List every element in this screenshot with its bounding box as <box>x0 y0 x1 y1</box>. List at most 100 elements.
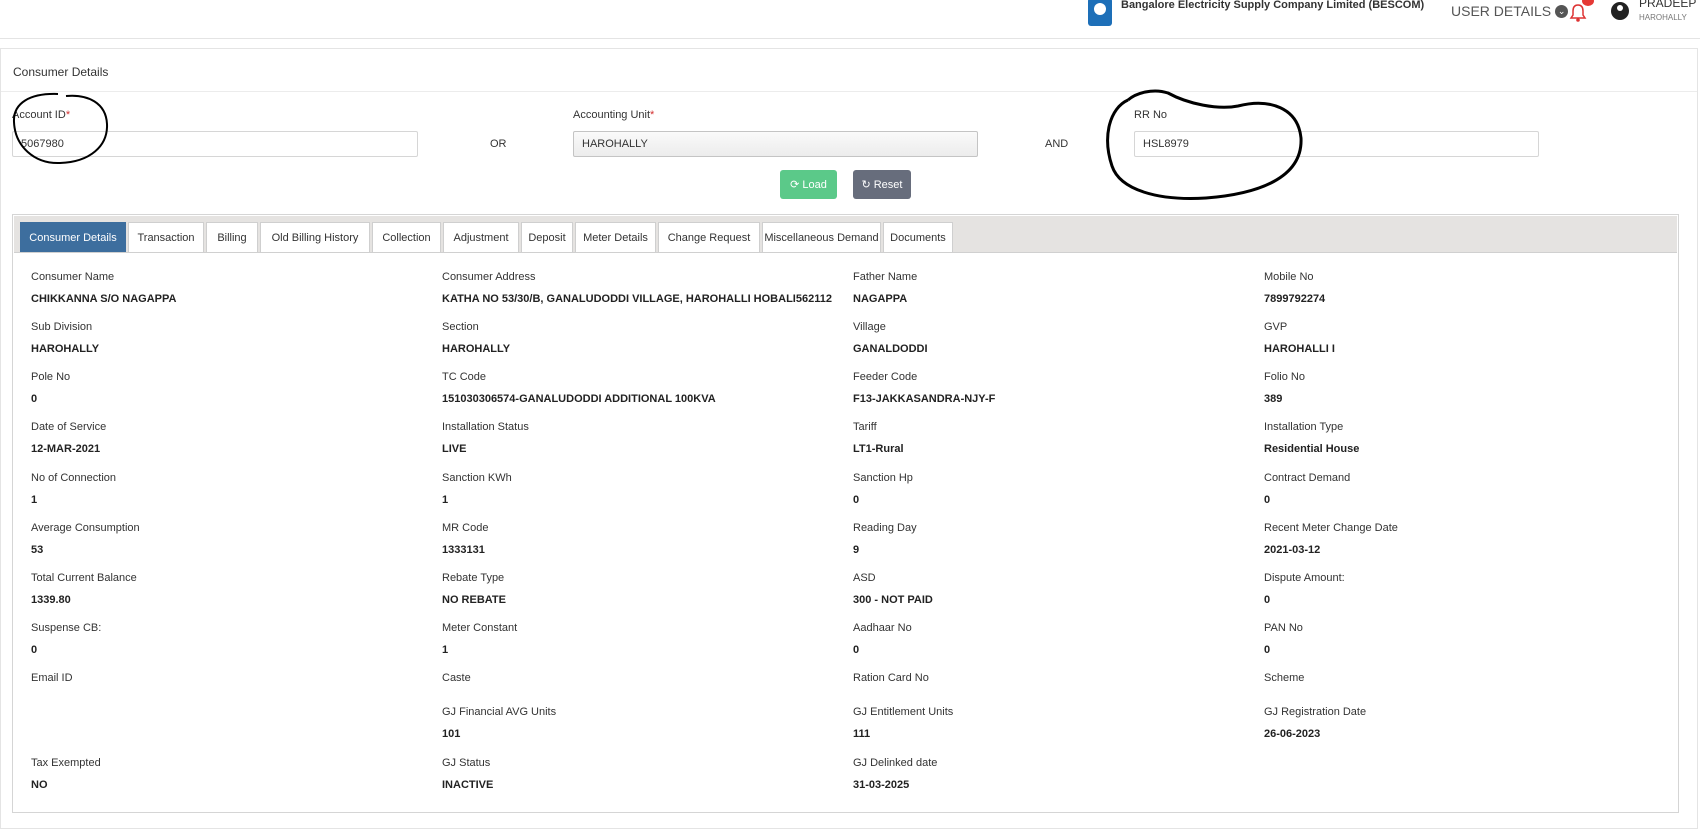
user-avatar-icon[interactable] <box>1611 2 1629 20</box>
gj-registration-date-value: 26-06-2023 <box>1264 728 1321 740</box>
rr-no-label: RR No <box>1134 109 1168 121</box>
account-id-input[interactable] <box>12 131 418 157</box>
panel-title: Consumer Details <box>13 65 109 79</box>
feeder-code-value: F13-JAKKASANDRA-NJY-F <box>853 393 996 405</box>
no-of-connection-label: No of Connection <box>31 472 116 484</box>
consumer-address-label: Consumer Address <box>442 271 536 283</box>
email-id-label: Email ID <box>31 672 73 684</box>
user-location: HAROHALLY <box>1639 13 1687 22</box>
installation-status-value: LIVE <box>442 443 467 455</box>
consumer-name-label: Consumer Name <box>31 271 115 283</box>
asd-label: ASD <box>853 572 876 584</box>
accounting-unit-select[interactable]: HAROHALLY <box>573 131 978 157</box>
spinner-icon: ⟳ <box>790 179 800 191</box>
gj-financial-avg-units-label: GJ Financial AVG Units <box>442 706 557 718</box>
recent-meter-change-date-value: 2021-03-12 <box>1264 544 1321 556</box>
gj-delinked-date-label: GJ Delinked date <box>853 757 938 769</box>
notification-badge <box>1582 0 1594 6</box>
tc-code-value: 151030306574-GANALUDODDI ADDITIONAL 100K… <box>442 393 716 405</box>
details-tabs-container: Consumer Details Transaction Billing Old Bi… <box>12 214 1679 813</box>
tc-code-label: TC Code <box>442 371 487 383</box>
tariff-label: Tariff <box>853 421 877 433</box>
tab-strip: Consumer Details Transaction Billing Old Bi… <box>14 216 1677 253</box>
pan-no-value: 0 <box>1264 644 1271 656</box>
bescom-logo-icon <box>1088 0 1112 26</box>
mobile-no-label: Mobile No <box>1264 271 1314 283</box>
suspense-cb-label: Suspense CB: <box>31 622 102 634</box>
reset-button[interactable]: ↻ Reset <box>853 170 911 199</box>
tab-deposit[interactable]: Deposit <box>521 222 573 252</box>
ration-card-no-label: Ration Card No <box>853 672 929 684</box>
gvp-value: HAROHALLI I <box>1264 343 1335 355</box>
recent-meter-change-date-label: Recent Meter Change Date <box>1264 522 1398 534</box>
pan-no-label: PAN No <box>1264 622 1303 634</box>
sub-division-value: HAROHALLY <box>31 343 100 355</box>
rr-no-input[interactable] <box>1134 131 1539 157</box>
village-label: Village <box>853 321 886 333</box>
mr-code-value: 1333131 <box>442 544 485 556</box>
sanction-kwh-value: 1 <box>442 494 449 506</box>
chevron-down-icon: ⌄ <box>1555 4 1569 18</box>
meter-constant-label: Meter Constant <box>442 622 518 634</box>
gj-entitlement-units-value: 111 <box>853 728 871 740</box>
tab-meter-details[interactable]: Meter Details <box>575 222 656 252</box>
consumer-address-value: KATHA NO 53/30/B, GANALUDODDI VILLAGE, H… <box>442 293 832 305</box>
and-label: AND <box>1045 138 1069 150</box>
gj-entitlement-units-label: GJ Entitlement Units <box>853 706 954 718</box>
rebate-type-value: NO REBATE <box>442 594 506 606</box>
tab-billing[interactable]: Billing <box>206 222 258 252</box>
brand-name: Bangalore Electricity Supply Company Lim… <box>1121 0 1425 11</box>
refresh-icon: ↻ <box>861 179 871 191</box>
contract-demand-label: Contract Demand <box>1264 472 1351 484</box>
tab-transaction[interactable]: Transaction <box>128 222 204 252</box>
tab-old-billing-history[interactable]: Old Billing History <box>260 222 370 252</box>
tab-miscellaneous-demand[interactable]: Miscellaneous Demand <box>762 222 881 252</box>
caste-label: Caste <box>442 672 471 684</box>
sanction-hp-value: 0 <box>853 494 860 506</box>
average-consumption-value: 53 <box>31 544 44 556</box>
father-name-label: Father Name <box>853 271 918 283</box>
tab-adjustment[interactable]: Adjustment <box>443 222 519 252</box>
rebate-type-label: Rebate Type <box>442 572 505 584</box>
account-id-label: Account ID* <box>12 109 71 121</box>
village-value: GANALDODDI <box>853 343 928 355</box>
total-current-balance-value: 1339.80 <box>31 594 71 606</box>
gj-financial-avg-units-value: 101 <box>442 728 461 740</box>
user-details-menu[interactable]: USER DETAILS ⌄ <box>1451 3 1569 19</box>
tariff-value: LT1-Rural <box>853 443 904 455</box>
pole-no-label: Pole No <box>31 371 71 383</box>
or-label: OR <box>490 138 507 150</box>
date-of-service-value: 12-MAR-2021 <box>31 443 101 455</box>
notification-bell-icon[interactable] <box>1568 3 1588 23</box>
user-details-label: USER DETAILS <box>1451 3 1552 19</box>
folio-no-value: 389 <box>1264 393 1283 405</box>
reading-day-label: Reading Day <box>853 522 917 534</box>
gj-status-label: GJ Status <box>442 757 491 769</box>
tab-collection[interactable]: Collection <box>372 222 441 252</box>
mr-code-label: MR Code <box>442 522 489 534</box>
section-value: HAROHALLY <box>442 343 511 355</box>
top-bar: Bangalore Electricity Supply Company Lim… <box>0 0 1700 39</box>
load-button[interactable]: ⟳ Load <box>780 170 837 199</box>
no-of-connection-value: 1 <box>31 494 38 506</box>
feeder-code-label: Feeder Code <box>853 371 918 383</box>
consumer-name-value: CHIKKANNA S/O NAGAPPA <box>31 293 177 305</box>
sanction-hp-label: Sanction Hp <box>853 472 913 484</box>
tab-change-request[interactable]: Change Request <box>658 222 760 252</box>
dispute-amount-value: 0 <box>1264 594 1271 606</box>
sanction-kwh-label: Sanction KWh <box>442 472 512 484</box>
gj-delinked-date-value: 31-03-2025 <box>853 779 910 791</box>
installation-status-label: Installation Status <box>442 421 529 433</box>
installation-type-label: Installation Type <box>1264 421 1344 433</box>
aadhaar-no-value: 0 <box>853 644 860 656</box>
father-name-value: NAGAPPA <box>853 293 908 305</box>
mobile-no-value: 7899792274 <box>1264 293 1326 305</box>
tab-consumer-details[interactable]: Consumer Details <box>20 222 126 252</box>
tax-exempted-value: NO <box>31 779 48 791</box>
divider <box>1 91 1697 92</box>
date-of-service-label: Date of Service <box>31 421 107 433</box>
tab-documents[interactable]: Documents <box>883 222 953 252</box>
gj-status-value: INACTIVE <box>442 779 494 791</box>
brand: Bangalore Electricity Supply Company Lim… <box>1088 0 1424 26</box>
accounting-unit-label: Accounting Unit* <box>573 109 655 121</box>
